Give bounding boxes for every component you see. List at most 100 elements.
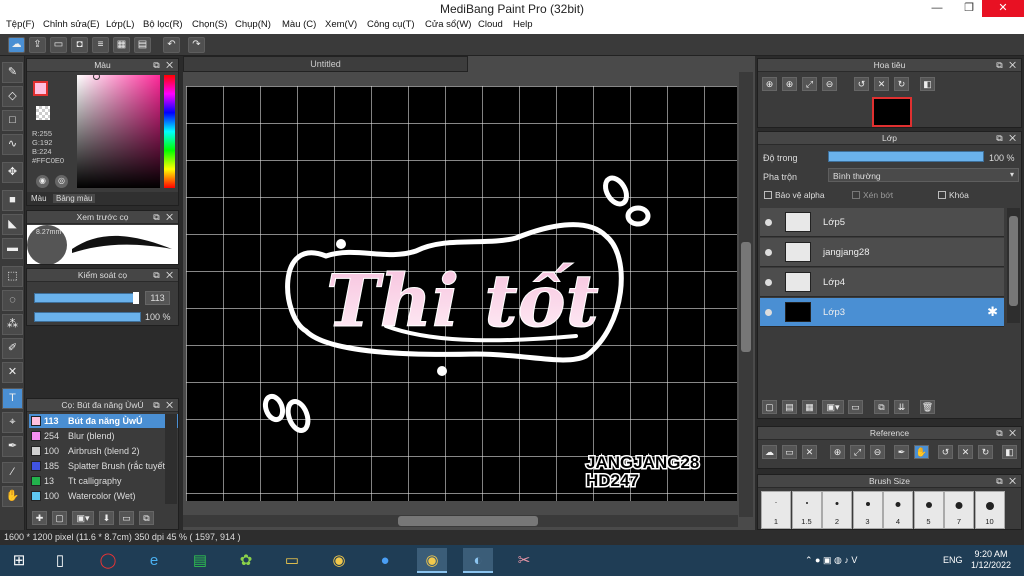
explorer-icon[interactable]: ▭ <box>277 548 307 573</box>
layer-row[interactable]: Lớp4 <box>760 268 1004 297</box>
brush-list-scrollbar[interactable] <box>165 414 177 504</box>
brush-size-value[interactable]: 113 <box>145 291 170 305</box>
lasso-tool-icon[interactable]: ◌ <box>2 290 23 311</box>
saturation-picker[interactable] <box>77 75 160 188</box>
rotate-right-icon[interactable]: ↻ <box>894 77 909 91</box>
document-canvas[interactable]: Thi tốt JANGJANG28 HD247 <box>186 86 737 501</box>
share-icon[interactable]: ⇪ <box>29 37 46 53</box>
divide-tool-icon[interactable]: ⌖ <box>2 412 23 433</box>
zalo-icon[interactable]: ● <box>370 548 400 573</box>
brush-list-item[interactable]: 13 Tt calligraphy <box>29 474 178 488</box>
menu-view[interactable]: Xem(V) <box>325 19 357 30</box>
brush-menu-icon[interactable]: ▣▾ <box>72 511 94 525</box>
menu-edit[interactable]: Chỉnh sửa(E) <box>43 19 100 30</box>
blend-mode-select[interactable]: Bình thường ▾ <box>828 168 1019 182</box>
add-brush-icon[interactable]: ✚ <box>32 511 47 525</box>
select-pen-icon[interactable]: ✐ <box>2 338 23 359</box>
medibang-icon[interactable]: ◐ <box>463 548 493 573</box>
layer-list-scrollbar[interactable] <box>1007 208 1020 323</box>
lock-checkbox[interactable]: Khóa <box>938 190 969 200</box>
chat-icon[interactable]: ◘ <box>71 37 88 53</box>
page-icon[interactable]: ▤ <box>134 37 151 53</box>
edge-icon[interactable]: e <box>139 548 169 573</box>
brush-size-cell[interactable]: 3 <box>852 491 883 529</box>
gradient-tool-icon[interactable]: ▬ <box>2 238 23 259</box>
clock[interactable]: 9:20 AM 1/12/2022 <box>968 549 1014 571</box>
reference-hand-icon[interactable]: ✋ <box>914 445 929 459</box>
reference-close-icon[interactable]: ✕ <box>802 445 817 459</box>
brush-list-item[interactable]: 100 Watercolor (Wet) <box>29 489 178 503</box>
layer-row[interactable]: jangjang28 <box>760 238 1004 267</box>
zoom-in-icon[interactable]: ⊕ <box>762 77 777 91</box>
dot-tool-icon[interactable]: □ <box>2 110 23 131</box>
panel-controls-icon[interactable]: ⧉ ✕ <box>996 475 1018 487</box>
layer-row[interactable]: Lớp5 <box>760 208 1004 237</box>
app-icon[interactable]: ✂ <box>509 548 539 573</box>
new-halftone-layer-icon[interactable]: ▤ <box>782 400 797 414</box>
menu-capture[interactable]: Chụp(N) <box>235 19 271 30</box>
menu-window[interactable]: Cửa sổ(W) <box>425 19 471 30</box>
brush-size-cell[interactable]: 5 <box>913 491 944 529</box>
panel-controls-icon[interactable]: ⧉ ✕ <box>996 59 1018 71</box>
eye-icon[interactable] <box>765 249 772 256</box>
reference-reset-icon[interactable]: ✕ <box>958 445 973 459</box>
flip-icon[interactable]: ◧ <box>920 77 935 91</box>
brush-list-item[interactable]: 113 Bút đa năng ÙwÚ <box>29 414 178 428</box>
select-tool-icon[interactable]: ⬚ <box>2 266 23 287</box>
grid-document-icon[interactable]: ▦ <box>113 37 130 53</box>
menu-file[interactable]: Tệp(F) <box>6 19 35 30</box>
text-tool-icon[interactable]: T <box>2 388 23 409</box>
line-tool-icon[interactable]: ∿ <box>2 134 23 155</box>
menu-color[interactable]: Màu (C) <box>282 19 316 30</box>
reference-zoom-out-icon[interactable]: ⊖ <box>870 445 885 459</box>
reference-rotate-right-icon[interactable]: ↻ <box>978 445 993 459</box>
add-layer-menu-icon[interactable]: ▣▾ <box>822 400 844 414</box>
document-icon[interactable]: ≡ <box>92 37 109 53</box>
brush-opacity-slider[interactable] <box>34 312 141 322</box>
reference-eyedropper-icon[interactable]: ✒ <box>894 445 909 459</box>
magic-wand-icon[interactable]: ⁂ <box>2 314 23 335</box>
windows-start-icon[interactable]: ⊞ <box>2 548 36 573</box>
pen-tool-icon[interactable]: ⁄ <box>2 462 23 483</box>
eye-icon[interactable] <box>765 309 772 316</box>
delete-layer-icon[interactable]: 🗑 <box>920 400 935 414</box>
brush-list-item[interactable]: 254 Blur (blend) <box>29 429 178 443</box>
file-icon[interactable]: ▯ <box>45 548 75 573</box>
brush-size-cell[interactable]: 4 <box>883 491 913 529</box>
menu-select[interactable]: Chọn(S) <box>192 19 227 30</box>
zoom-icon[interactable]: ⊕ <box>782 77 797 91</box>
primary-color-swatch[interactable] <box>33 81 48 96</box>
download-brush-icon[interactable]: ⬇ <box>99 511 114 525</box>
panel-controls-icon[interactable]: ⧉ ✕ <box>153 399 175 411</box>
reference-open-icon[interactable]: ☁ <box>762 445 777 459</box>
rotate-left-icon[interactable]: ↺ <box>854 77 869 91</box>
layer-scroll-thumb[interactable] <box>1009 216 1018 306</box>
tray-icons[interactable]: ⌃ ● ▣ ◍ ♪ V <box>805 555 857 566</box>
duplicate-layer-icon[interactable]: ⧉ <box>874 400 889 414</box>
layer-opacity-slider[interactable] <box>828 151 984 162</box>
new-8bit-layer-icon[interactable]: ▦ <box>802 400 817 414</box>
shape-tool-icon[interactable]: ■ <box>2 190 23 211</box>
panel-controls-icon[interactable]: ⧉ ✕ <box>153 269 175 281</box>
brush-size-cell[interactable]: 1.5 <box>791 491 822 529</box>
canvas-horizontal-scrollbar[interactable] <box>183 515 738 527</box>
document-tab[interactable]: Untitled <box>183 56 468 72</box>
panel-controls-icon[interactable]: ⧉ ✕ <box>996 132 1018 144</box>
panel-controls-icon[interactable]: ⧉ ✕ <box>153 59 175 71</box>
merge-layer-icon[interactable]: ⇊ <box>894 400 909 414</box>
picker-cursor[interactable] <box>93 73 100 80</box>
copy-brush-icon[interactable]: ⧉ <box>139 511 154 525</box>
undo-icon[interactable]: ↶ <box>163 37 180 53</box>
zoom-out-icon[interactable]: ⊖ <box>822 77 837 91</box>
tab-palette[interactable]: Bảng màu <box>53 194 96 203</box>
select-eraser-icon[interactable]: ✕ <box>2 362 23 383</box>
protect-alpha-checkbox[interactable]: Bảo vệ alpha <box>764 190 825 200</box>
layer-row[interactable]: Lớp3 ✱ <box>760 298 1004 327</box>
new-brush-icon[interactable]: ▢ <box>52 511 67 525</box>
redo-icon[interactable]: ↷ <box>188 37 205 53</box>
horizontal-scroll-thumb[interactable] <box>398 516 538 526</box>
eraser-tool-icon[interactable]: ◇ <box>2 86 23 107</box>
panel-controls-icon[interactable]: ⧉ ✕ <box>996 427 1018 439</box>
menu-cloud[interactable]: Cloud <box>478 19 503 30</box>
hand-tool-icon[interactable]: ✋ <box>2 486 23 507</box>
